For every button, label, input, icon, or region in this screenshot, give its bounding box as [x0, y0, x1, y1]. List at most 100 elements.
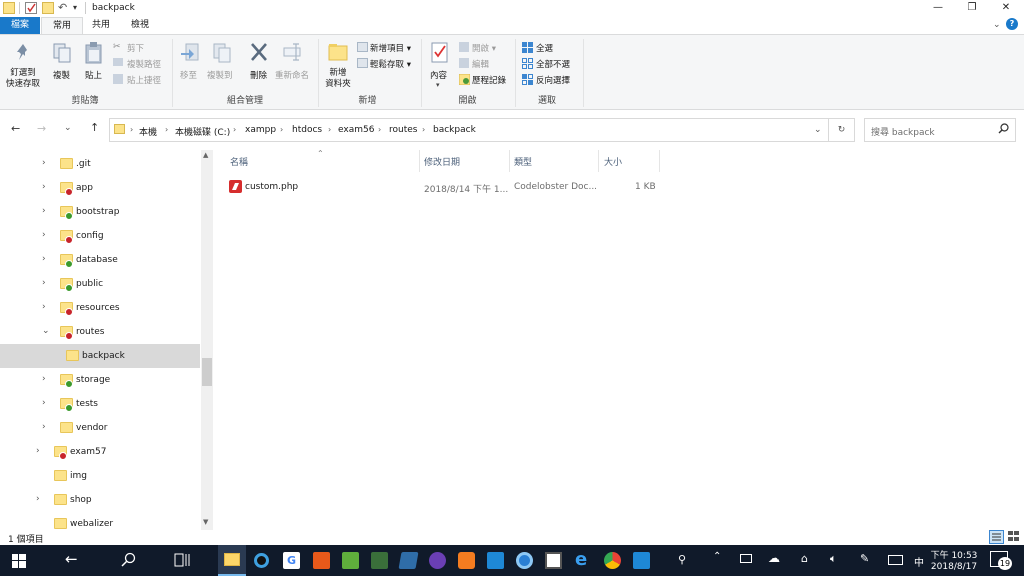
select-all-button[interactable]: 全選 — [536, 42, 553, 54]
breadcrumb-backpack[interactable]: backpack — [433, 125, 476, 135]
properties-dropdown-icon[interactable]: ▾ — [436, 81, 440, 89]
search-box[interactable]: 搜尋 backpack — [864, 118, 1016, 142]
chevron-right-icon[interactable]: › — [42, 182, 46, 192]
nav-scrollbar[interactable]: ▲ ▼ — [201, 150, 213, 530]
chevron-right-icon[interactable]: › — [42, 158, 46, 168]
easy-access-button[interactable]: 輕鬆存取 ▾ — [370, 58, 411, 70]
rename-button[interactable]: 重新命名 — [275, 69, 309, 81]
paste-shortcut-button[interactable]: 貼上捷徑 — [127, 74, 161, 86]
chevron-down-icon[interactable]: ⌄ — [42, 326, 50, 336]
nav-item-database[interactable]: › database — [0, 248, 200, 272]
scroll-down-icon[interactable]: ▼ — [203, 518, 208, 526]
forward-arrow-icon[interactable]: → — [37, 122, 46, 135]
chevron-right-icon[interactable]: › — [42, 254, 46, 264]
app-icon-2[interactable] — [429, 552, 446, 569]
copy-to-button[interactable]: 複製到 — [207, 69, 233, 81]
news-icon[interactable] — [545, 552, 562, 569]
edge-icon[interactable]: e — [575, 549, 587, 570]
back-arrow-icon[interactable]: ← — [65, 550, 78, 568]
paste-button[interactable]: 貼上 — [85, 69, 102, 81]
chevron-right-icon[interactable]: › — [42, 206, 46, 216]
tab-file[interactable]: 檔案 — [0, 17, 40, 34]
ime-indicator[interactable]: 中 — [914, 554, 924, 569]
chevron-right-icon[interactable]: › — [42, 398, 46, 408]
nav-item-exam57[interactable]: › exam57 — [0, 440, 200, 464]
volume-icon[interactable]: 🔈︎ — [830, 552, 837, 566]
search-icon[interactable] — [120, 552, 136, 571]
select-none-button[interactable]: 全部不選 — [536, 58, 570, 70]
pen-icon[interactable]: ✎ — [860, 552, 869, 565]
network-icon[interactable]: ⌂ — [801, 552, 808, 565]
up-arrow-icon[interactable]: ↑ — [90, 121, 99, 134]
undo-icon[interactable]: ↶ — [58, 1, 67, 14]
breadcrumb-local-disk[interactable]: 本機磁碟 (C:) — [175, 125, 230, 138]
breadcrumb-exam56[interactable]: exam56 — [338, 125, 374, 135]
breadcrumb-routes[interactable]: routes — [389, 125, 417, 135]
new-folder-quick-icon[interactable] — [42, 2, 54, 14]
onedrive-icon[interactable]: ☁ — [768, 551, 780, 565]
move-to-button[interactable]: 移至 — [180, 69, 197, 81]
nav-item-img[interactable]: img — [0, 464, 200, 488]
chrome-icon[interactable] — [604, 552, 621, 569]
nav-item-git[interactable]: › .git — [0, 152, 200, 176]
history-button[interactable]: 歷程記錄 — [472, 74, 506, 86]
breadcrumb-xampp[interactable]: xampp — [245, 125, 276, 135]
file-row[interactable]: custom.php 2018/8/14 下午 1... Codelobster… — [227, 178, 659, 196]
pin-quick-access-button[interactable]: 釘選到 快速存取 — [3, 68, 43, 90]
filezilla-icon[interactable] — [313, 552, 330, 569]
keyboard-icon[interactable] — [888, 555, 903, 565]
git-icon[interactable] — [371, 552, 388, 569]
chevron-right-icon[interactable]: › — [280, 125, 283, 134]
editor-icon[interactable] — [398, 552, 419, 569]
nav-item-config[interactable]: › config — [0, 224, 200, 248]
clock-date[interactable]: 2018/8/17 — [930, 562, 978, 572]
nav-item-resources[interactable]: › resources — [0, 296, 200, 320]
copy-button[interactable]: 複製 — [53, 69, 70, 81]
breadcrumb-htdocs[interactable]: htdocs — [292, 125, 322, 135]
properties-quick-icon[interactable] — [25, 2, 37, 14]
nav-item-storage[interactable]: › storage — [0, 368, 200, 392]
nav-item-vendor[interactable]: › vendor — [0, 416, 200, 440]
xampp-icon[interactable] — [458, 552, 475, 569]
edit-button[interactable]: 編輯 — [472, 58, 489, 70]
address-dropdown-icon[interactable]: ⌄ — [814, 125, 822, 135]
chrome-dev-icon[interactable] — [516, 552, 533, 569]
recent-locations-icon[interactable]: ⌄ — [64, 123, 72, 133]
google-icon[interactable]: G — [283, 552, 300, 569]
nav-item-backpack[interactable]: backpack — [0, 344, 200, 368]
column-header-type[interactable]: 類型 — [514, 155, 532, 168]
show-hidden-icons-icon[interactable]: ⌃ — [713, 551, 721, 562]
nav-item-shop[interactable]: › shop — [0, 488, 200, 512]
column-header-size[interactable]: 大小 — [604, 155, 622, 168]
column-header-name[interactable]: 名稱 — [230, 155, 248, 168]
task-view-icon[interactable] — [174, 553, 190, 570]
close-button[interactable]: ✕ — [989, 0, 1023, 17]
minimize-button[interactable]: — — [921, 0, 955, 17]
nav-item-bootstrap[interactable]: › bootstrap — [0, 200, 200, 224]
copy-path-button[interactable]: 複製路徑 — [127, 58, 161, 70]
chevron-right-icon[interactable]: › — [36, 494, 40, 504]
details-view-icon[interactable] — [989, 530, 1004, 544]
back-arrow-icon[interactable]: ← — [11, 122, 20, 135]
open-button[interactable]: 開啟 ▾ — [472, 42, 496, 54]
chevron-right-icon[interactable]: › — [42, 230, 46, 240]
chevron-right-icon[interactable]: › — [378, 125, 381, 134]
chevron-right-icon[interactable]: › — [42, 422, 46, 432]
scroll-thumb[interactable] — [202, 358, 212, 386]
app-icon-1[interactable] — [254, 553, 269, 568]
clock-time[interactable]: 下午 10:53 — [930, 548, 978, 561]
scroll-up-icon[interactable]: ▲ — [203, 151, 208, 159]
tab-view[interactable]: 檢視 — [120, 17, 160, 34]
chevron-right-icon[interactable]: › — [328, 125, 331, 134]
properties-button[interactable]: 內容 — [430, 69, 447, 81]
ribbon-collapse-icon[interactable]: ⌄ — [993, 20, 1001, 30]
windows-start-icon[interactable] — [12, 554, 26, 571]
new-folder-button[interactable]: 新增 資料夾 — [323, 68, 353, 90]
search-icon[interactable] — [998, 123, 1009, 137]
nav-item-webalizer[interactable]: webalizer — [0, 512, 200, 530]
help-icon[interactable]: ? — [1006, 18, 1018, 30]
battery-icon[interactable] — [740, 554, 752, 563]
people-icon[interactable]: ⚲ — [678, 553, 686, 566]
chevron-right-icon[interactable]: › — [42, 374, 46, 384]
nav-item-app[interactable]: › app — [0, 176, 200, 200]
